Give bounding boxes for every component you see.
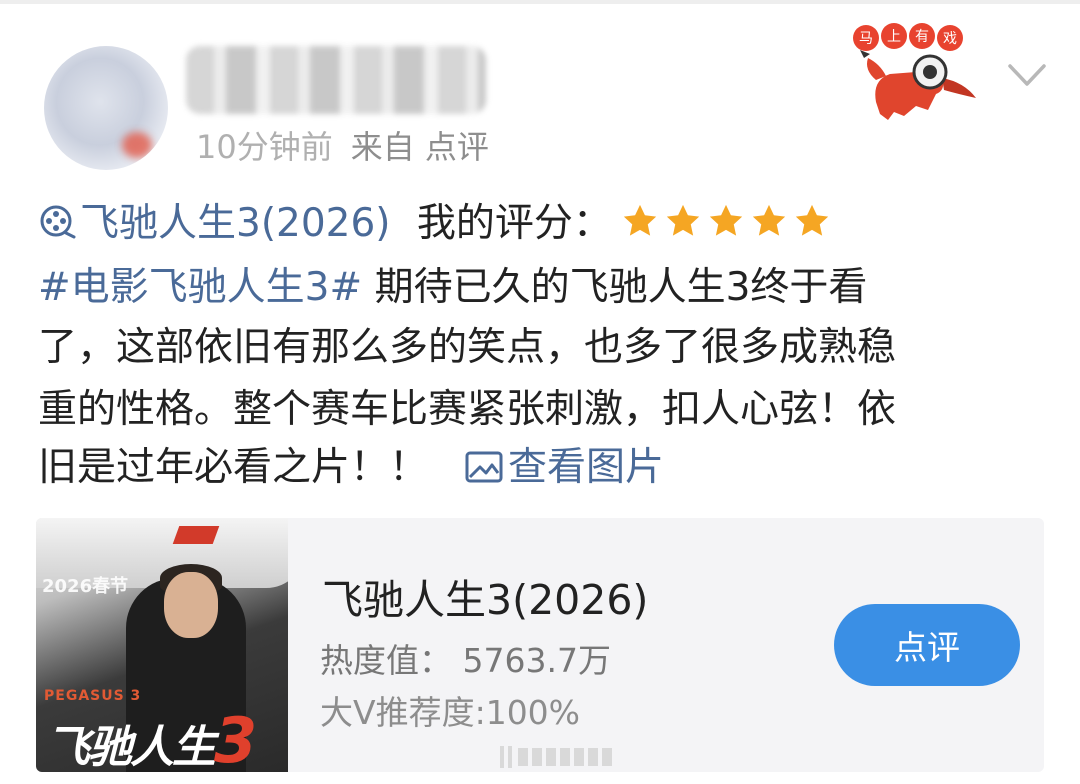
avatar[interactable]	[44, 46, 168, 170]
card-movie-title[interactable]: 飞驰人生3(2026)	[322, 566, 648, 626]
svg-text:戏: 戏	[943, 31, 957, 47]
blurred-username[interactable]	[186, 46, 486, 114]
film-reel-icon	[40, 205, 76, 239]
poster-cn-text: 飞驰人生	[46, 722, 216, 772]
rating-line: 飞驰人生3(2026) 我的评分：	[38, 202, 835, 250]
poster-year: 2026春节	[42, 576, 129, 597]
horse-badge-icon: 马 上 有 戏	[853, 23, 976, 120]
movie-link[interactable]: 飞驰人生3(2026)	[80, 201, 391, 246]
movie-card[interactable]: 2026春节 PEGASUS 3 飞驰人生3 飞驰人生3(2026) 热度值： …	[36, 518, 1044, 772]
svg-text:上: 上	[887, 29, 901, 45]
recommend-rate: 大V推荐度:100%	[320, 693, 581, 732]
post-time: 10分钟前	[196, 128, 333, 166]
star-icon	[709, 204, 743, 236]
poster-chinese-title: 飞驰人生3	[46, 704, 257, 772]
svg-text:马: 马	[859, 31, 873, 47]
poster-english-title: PEGASUS 3	[44, 688, 142, 704]
review-text-4: 旧是过年必看之片！！	[38, 445, 429, 490]
star-icon	[623, 204, 657, 236]
view-images-link[interactable]: 查看图片	[508, 445, 664, 490]
review-line-1: #电影飞驰人生3# 期待已久的飞驰人生3终于看	[38, 266, 867, 310]
svg-text:有: 有	[915, 29, 929, 45]
movie-poster[interactable]: 2026春节 PEGASUS 3 飞驰人生3	[36, 518, 288, 772]
review-text-1: 期待已久的飞驰人生3终于看	[374, 265, 868, 310]
badge-text-bubbles: 马 上 有 戏	[853, 23, 963, 51]
review-button[interactable]: 点评	[834, 604, 1020, 686]
post-source[interactable]: 来自 点评	[351, 128, 489, 166]
star-icon	[666, 204, 700, 236]
heat-value: 热度值： 5763.7万	[320, 641, 611, 680]
post-meta: 10分钟前 来自 点评	[196, 122, 489, 168]
poster-number: 3	[214, 704, 257, 772]
chevron-down-icon[interactable]	[1004, 58, 1050, 94]
rating-stars	[620, 202, 835, 250]
hashtag-link[interactable]: #电影飞驰人生3#	[38, 265, 362, 310]
star-icon	[795, 204, 829, 236]
image-icon[interactable]	[464, 449, 504, 485]
star-icon	[752, 204, 786, 236]
rating-label: 我的评分：	[416, 201, 612, 246]
review-line-4: 旧是过年必看之片！！ 查看图片	[38, 446, 664, 490]
top-divider	[0, 0, 1080, 4]
review-line-2: 了，这部依旧有那么多的笑点，也多了很多成熟稳	[38, 325, 897, 370]
review-line-3: 重的性格。整个赛车比赛紧张刺激，扣人心弦！依	[38, 387, 897, 432]
watermark	[500, 746, 612, 768]
poster-face	[164, 572, 218, 638]
